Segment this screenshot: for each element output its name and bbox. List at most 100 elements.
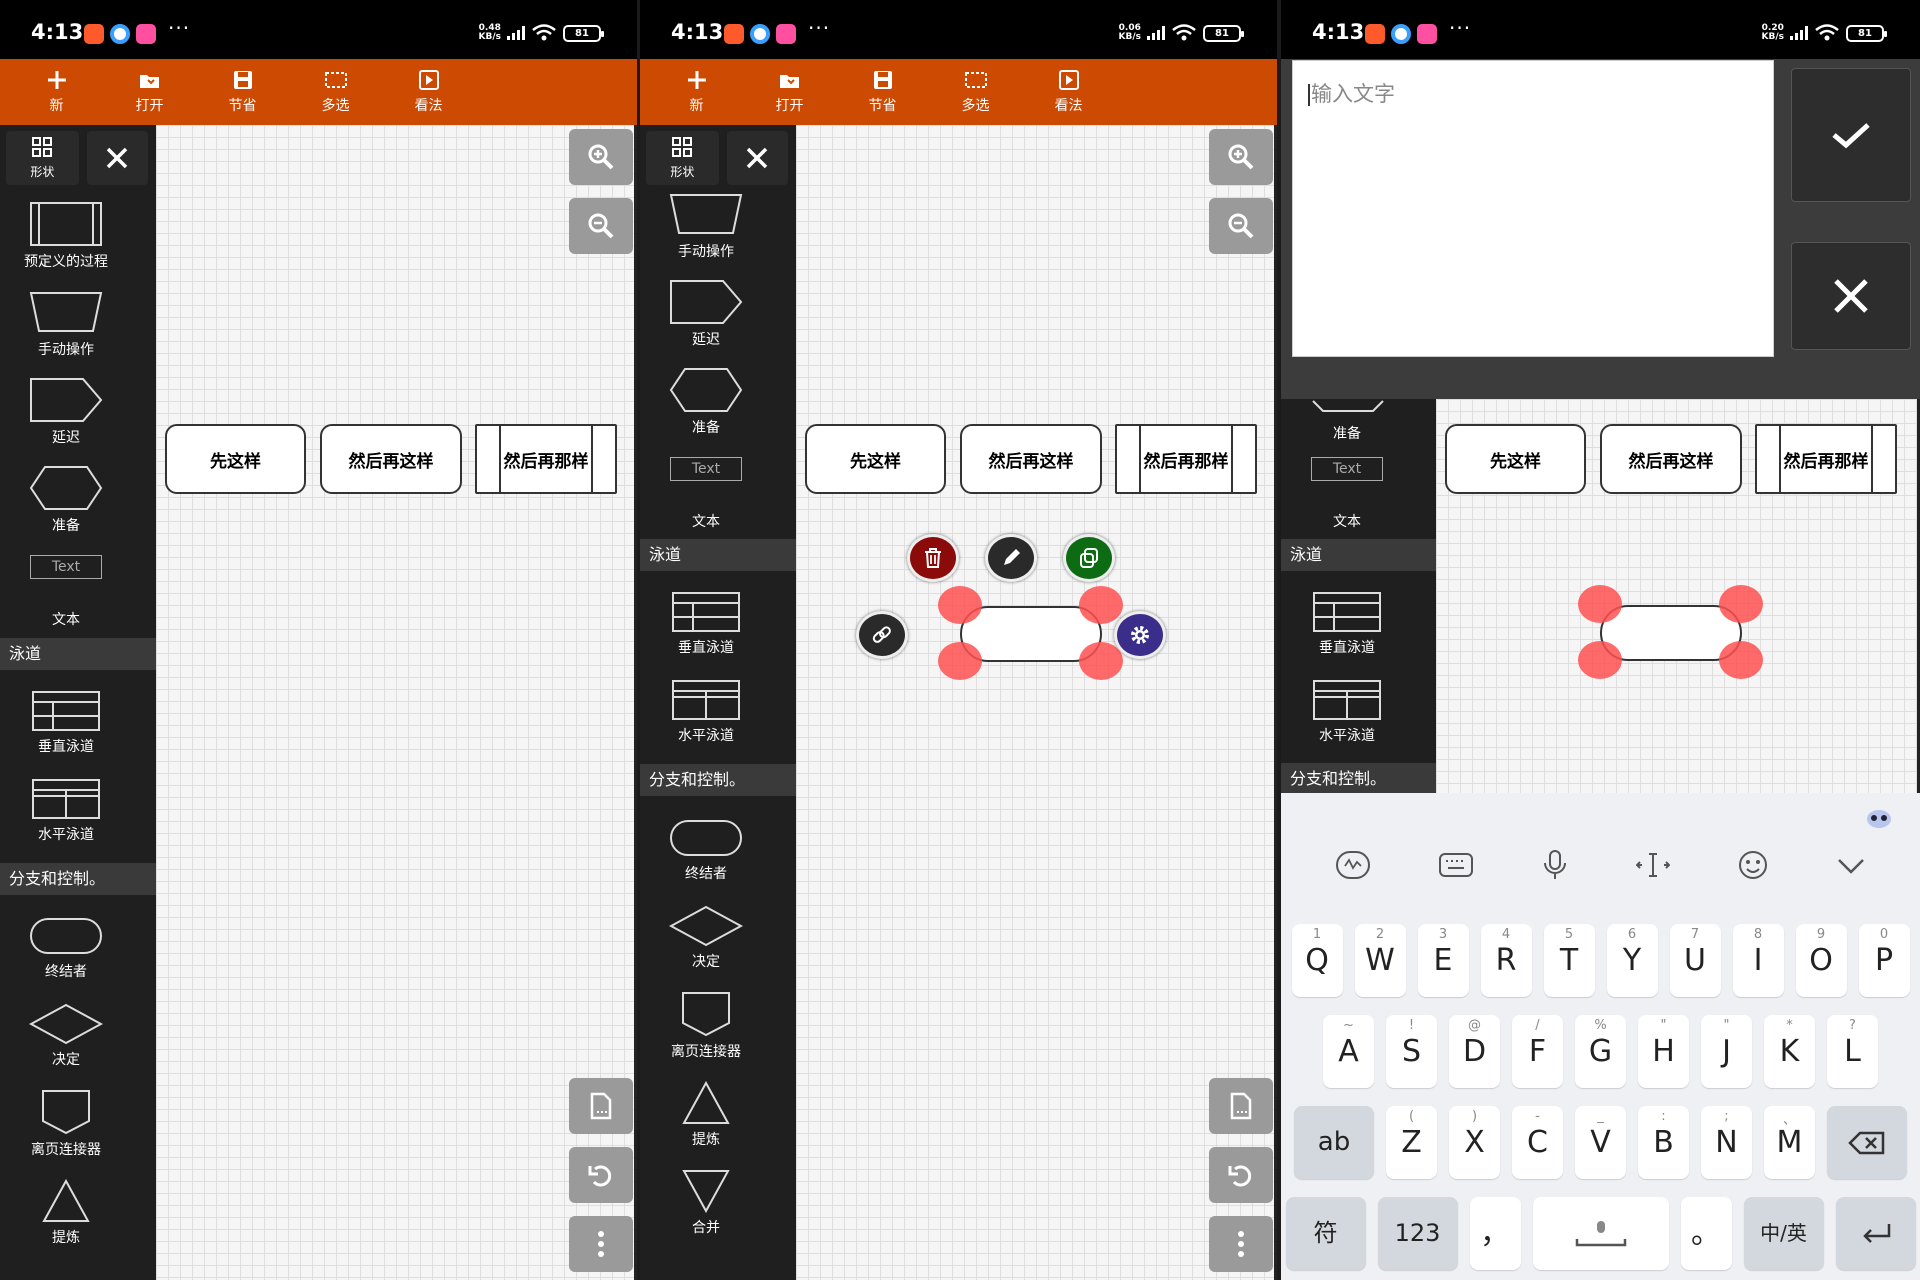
microphone-icon[interactable] xyxy=(1541,849,1569,881)
zoom-out-button[interactable] xyxy=(569,198,633,254)
view-button[interactable]: 看法 xyxy=(1022,59,1115,125)
shape-settings-button[interactable] xyxy=(1114,611,1166,659)
open-button[interactable]: 打开 xyxy=(103,59,196,125)
undo-button[interactable] xyxy=(569,1147,633,1203)
symbols-key[interactable]: 符 xyxy=(1285,1197,1366,1270)
more-options-button[interactable] xyxy=(1209,1216,1273,1272)
shape-preparation[interactable]: 准备 xyxy=(0,465,132,535)
shape-preparation[interactable]: 准备 xyxy=(640,367,772,437)
diagram-canvas[interactable]: 先这样 然后再这样 然后再那样 xyxy=(156,125,637,1280)
multiselect-button[interactable]: 多选 xyxy=(929,59,1022,125)
shape-extract[interactable]: 提炼 xyxy=(0,1179,132,1247)
resize-handle[interactable] xyxy=(1719,641,1763,679)
key-s[interactable]: ! S xyxy=(1386,1015,1437,1088)
flow-node-process[interactable]: 然后再那样 xyxy=(1115,424,1257,494)
section-swimlanes[interactable]: 泳道 xyxy=(1281,539,1436,571)
new-button[interactable]: 新 xyxy=(10,59,103,125)
page-button[interactable] xyxy=(569,1078,633,1134)
shape-horizontal-swimlane[interactable]: 水平泳道 xyxy=(640,679,772,745)
shape-horizontal-swimlane[interactable]: 水平泳道 xyxy=(1281,679,1413,745)
page-button[interactable] xyxy=(1209,1078,1273,1134)
enter-key[interactable] xyxy=(1835,1197,1916,1270)
zoom-in-button[interactable] xyxy=(569,129,633,185)
key-g[interactable]: % G xyxy=(1575,1015,1626,1088)
key-f[interactable]: / F xyxy=(1512,1015,1563,1088)
shape-text[interactable]: Text xyxy=(640,457,772,481)
section-swimlanes[interactable]: 泳道 xyxy=(640,539,796,571)
key-b[interactable]: :B xyxy=(1638,1106,1689,1179)
shapes-tab-button[interactable]: 形状 xyxy=(6,131,79,185)
key-t[interactable]: 5T xyxy=(1543,924,1595,997)
delete-shape-button[interactable] xyxy=(907,534,959,582)
key-r[interactable]: 4R xyxy=(1480,924,1532,997)
key-m[interactable]: 、 M xyxy=(1764,1106,1815,1179)
flow-node[interactable]: 先这样 xyxy=(1445,424,1586,494)
zoom-in-button[interactable] xyxy=(1209,129,1273,185)
text-input-field[interactable]: 输入文字 xyxy=(1292,60,1774,357)
collapse-keyboard-icon[interactable] xyxy=(1836,855,1866,875)
shape-terminator[interactable]: 终结者 xyxy=(640,817,772,883)
backspace-key[interactable] xyxy=(1827,1106,1907,1179)
shape-vertical-swimlane[interactable]: 垂直泳道 xyxy=(640,591,772,657)
shapes-tab-button[interactable]: 形状 xyxy=(646,131,719,185)
view-button[interactable]: 看法 xyxy=(382,59,475,125)
emoji-icon[interactable] xyxy=(1737,849,1769,881)
section-branch-control[interactable]: 分支和控制。 xyxy=(0,863,156,895)
close-sidebar-button[interactable] xyxy=(86,131,148,185)
shape-offpage-connector[interactable]: 离页连接器 xyxy=(0,1089,132,1159)
copy-shape-button[interactable] xyxy=(1063,534,1115,582)
cursor-move-icon[interactable] xyxy=(1636,850,1671,880)
flow-node[interactable]: 先这样 xyxy=(165,424,306,494)
shape-horizontal-swimlane[interactable]: 水平泳道 xyxy=(0,778,132,844)
flow-node[interactable]: 先这样 xyxy=(805,424,946,494)
space-key[interactable] xyxy=(1532,1197,1669,1270)
numbers-key[interactable]: 123 xyxy=(1377,1197,1458,1270)
flow-node-process[interactable]: 然后再那样 xyxy=(1755,424,1897,494)
resize-handle[interactable] xyxy=(1578,641,1622,679)
key-c[interactable]: -C xyxy=(1512,1106,1563,1179)
resize-handle[interactable] xyxy=(1079,586,1123,624)
key-o[interactable]: 9O xyxy=(1795,924,1847,997)
shape-decision[interactable]: 决定 xyxy=(0,1003,132,1069)
key-w[interactable]: 2W xyxy=(1354,924,1406,997)
shape-offpage-connector[interactable]: 离页连接器 xyxy=(640,991,772,1061)
diagram-canvas[interactable]: 先这样 然后再这样 然后再那样 xyxy=(1436,399,1920,793)
key-h[interactable]: " H xyxy=(1638,1015,1689,1088)
key-d[interactable]: @ D xyxy=(1449,1015,1500,1088)
key-y[interactable]: 6Y xyxy=(1606,924,1658,997)
cancel-text-button[interactable] xyxy=(1791,242,1911,350)
key-j[interactable]: " J xyxy=(1701,1015,1752,1088)
save-button[interactable]: 节省 xyxy=(836,59,929,125)
key-x[interactable]: ) X xyxy=(1449,1106,1500,1179)
resize-handle[interactable] xyxy=(1578,585,1622,623)
key-k[interactable]: * K xyxy=(1764,1015,1815,1088)
shape-vertical-swimlane[interactable]: 垂直泳道 xyxy=(1281,591,1413,657)
key-a[interactable]: ~ A xyxy=(1323,1015,1374,1088)
open-button[interactable]: 打开 xyxy=(743,59,836,125)
resize-handle[interactable] xyxy=(1719,585,1763,623)
close-sidebar-button[interactable] xyxy=(726,131,788,185)
key-e[interactable]: 3E xyxy=(1417,924,1469,997)
edit-text-button[interactable] xyxy=(985,534,1037,582)
key-u[interactable]: 7U xyxy=(1669,924,1721,997)
language-switch-key[interactable]: 中/英 xyxy=(1743,1197,1824,1270)
section-swimlanes[interactable]: 泳道 xyxy=(0,638,156,670)
resize-handle[interactable] xyxy=(938,642,982,680)
resize-handle[interactable] xyxy=(938,586,982,624)
key-v[interactable]: _ V xyxy=(1575,1106,1626,1179)
flow-node-process[interactable]: 然后再那样 xyxy=(475,424,617,494)
shape-decision[interactable]: 决定 xyxy=(640,905,772,971)
key-z[interactable]: (Z xyxy=(1386,1106,1437,1179)
flow-node[interactable]: 然后再这样 xyxy=(960,424,1102,494)
shape-merge[interactable]: 合并 xyxy=(640,1169,772,1237)
zoom-out-button[interactable] xyxy=(1209,198,1273,254)
shape-predefined-process[interactable]: 预定义的过程 xyxy=(0,201,132,271)
handwriting-icon[interactable] xyxy=(1335,850,1371,880)
shape-text[interactable]: Text xyxy=(1281,457,1413,481)
key-q[interactable]: 1Q xyxy=(1291,924,1343,997)
shape-manual-operation[interactable]: 手动操作 xyxy=(0,289,132,359)
shape-terminator[interactable]: 终结者 xyxy=(0,915,132,981)
shape-extract[interactable]: 提炼 xyxy=(640,1081,772,1149)
flow-node[interactable]: 然后再这样 xyxy=(320,424,462,494)
section-branch-control[interactable]: 分支和控制。 xyxy=(1281,763,1436,793)
